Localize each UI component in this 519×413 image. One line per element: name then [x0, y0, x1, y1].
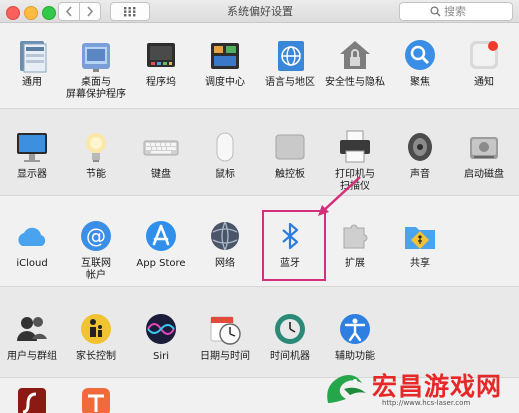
pane-date-time[interactable]: 日期与时间 [193, 309, 257, 363]
pane-label: 家长控制 [76, 351, 116, 362]
watermark-text: 宏昌游戏网 [372, 372, 503, 401]
flash-player-icon [12, 384, 52, 413]
pane-label: 日期与时间 [200, 351, 250, 362]
system-preferences-window: 系统偏好设置 通用 桌面与 屏幕保护程序 程序坞 调度中心 语言与地区 [0, 0, 519, 413]
pane-parental-controls[interactable]: 家长控制 [64, 309, 128, 363]
pane-flash-player[interactable] [12, 384, 52, 413]
users-icon [12, 309, 52, 349]
pane-third-party[interactable] [76, 384, 116, 413]
accessibility-icon [335, 309, 375, 349]
parental-controls-icon [76, 309, 116, 349]
pane-label: 辅助功能 [335, 351, 375, 362]
calendar-clock-icon [205, 309, 245, 349]
watermark-url: http://www.hcs-laser.com [382, 399, 471, 407]
pane-siri[interactable]: Siri [129, 309, 193, 363]
dragon-logo-icon [327, 375, 366, 403]
pane-label: 用户与群组 [7, 351, 57, 362]
pane-label: 时间机器 [270, 351, 310, 362]
watermark: 宏昌游戏网 http://www.hcs-laser.com [320, 363, 519, 413]
siri-icon [141, 309, 181, 349]
time-machine-icon [270, 309, 310, 349]
pane-users-groups[interactable]: 用户与群组 [0, 309, 64, 363]
pane-accessibility[interactable]: 辅助功能 [323, 309, 387, 363]
pane-time-machine[interactable]: 时间机器 [258, 309, 322, 363]
pane-label: Siri [152, 351, 169, 362]
orange-app-icon [76, 384, 116, 413]
